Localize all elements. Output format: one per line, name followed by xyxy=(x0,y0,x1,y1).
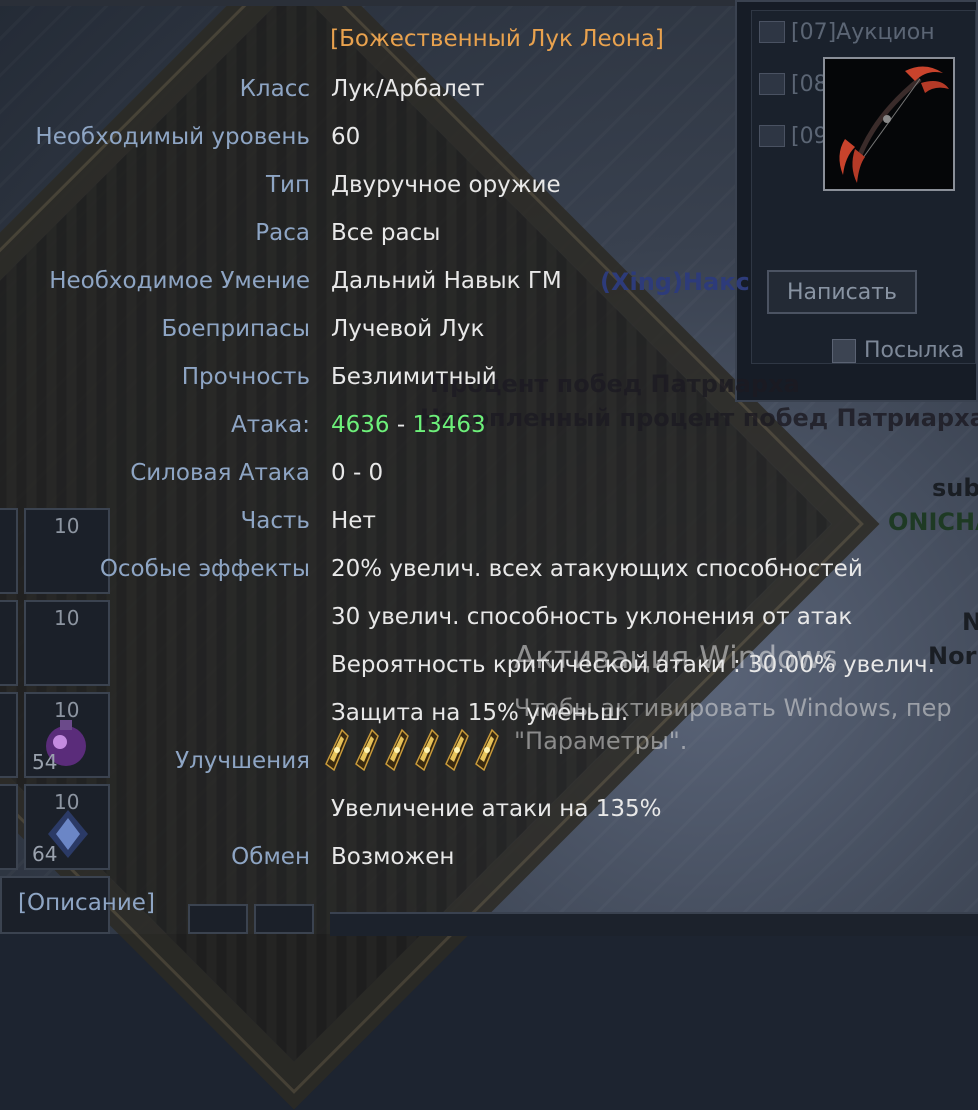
trade-row: Обмен Возможен xyxy=(0,844,978,874)
attack-min: 4636 xyxy=(331,412,390,438)
activation-watermark-line: Чтобы активировать Windows, пер xyxy=(514,694,952,722)
property-label: Необходимое Умение xyxy=(49,268,310,294)
attack-value: 4636 - 13463 xyxy=(331,412,486,438)
property-value: Лук/Арбалет xyxy=(331,76,485,102)
property-value: Двуручное оружие xyxy=(331,172,561,198)
part-row: Часть Нет xyxy=(0,508,978,538)
property-row: Боеприпасы Лучевой Лук xyxy=(0,316,978,346)
power-attack-value: 0 - 0 xyxy=(331,460,384,486)
activation-watermark-text: Чтобы активировать Windows, пер "Парамет… xyxy=(514,692,952,758)
attack-separator: - xyxy=(396,412,406,438)
property-label: Класс xyxy=(239,76,310,102)
power-attack-label: Силовая Атака xyxy=(130,460,310,486)
item-tooltip: [Божественный Лук Леона] Класс Лук/Арбал… xyxy=(0,0,978,934)
upgrade-gem-icon xyxy=(414,728,440,772)
upgrade-gems xyxy=(324,728,500,772)
upgrade-bonus-row: Увеличение атаки на 135% xyxy=(0,796,978,826)
description-link[interactable]: [Описание] xyxy=(18,890,155,916)
activation-watermark-line: "Параметры". xyxy=(514,727,688,755)
special-effects-row: Особые эффекты 20% увелич. всех атакующи… xyxy=(0,556,978,586)
activation-watermark-title: Активация Windows xyxy=(514,640,838,676)
upgrade-gem-icon xyxy=(474,728,500,772)
property-value: Лучевой Лук xyxy=(331,316,485,342)
property-value: Безлимитный xyxy=(331,364,497,390)
upgrades-label: Улучшения xyxy=(175,748,310,774)
trade-value: Возможен xyxy=(331,844,455,870)
attack-row: Атака: 4636 - 13463 xyxy=(0,412,978,442)
property-row: Тип Двуручное оружие xyxy=(0,172,978,202)
attack-label: Атака: xyxy=(231,412,310,438)
special-effect-line: 20% увелич. всех атакующих способностей xyxy=(331,556,863,582)
property-value: Все расы xyxy=(331,220,441,246)
property-label: Необходимый уровень xyxy=(35,124,310,150)
part-label: Часть xyxy=(240,508,310,534)
property-label: Боеприпасы xyxy=(161,316,310,342)
upgrade-gem-icon xyxy=(384,728,410,772)
item-title-text: [Божественный Лук Леона] xyxy=(330,26,664,52)
property-label: Раса xyxy=(255,220,310,246)
trade-label: Обмен xyxy=(231,844,310,870)
part-value: Нет xyxy=(331,508,376,534)
property-row: Раса Все расы xyxy=(0,220,978,250)
special-effects-row: 30 увелич. способность уклонения от атак xyxy=(0,604,978,634)
property-row: Класс Лук/Арбалет xyxy=(0,76,978,106)
special-effect-line: 30 увелич. способность уклонения от атак xyxy=(331,604,853,630)
property-row: Необходимое Умение Дальний Навык ГМ xyxy=(0,268,978,298)
property-label: Прочность xyxy=(181,364,310,390)
property-row: Прочность Безлимитный xyxy=(0,364,978,394)
property-label: Тип xyxy=(265,172,310,198)
upgrade-gem-icon xyxy=(354,728,380,772)
upgrade-gem-icon xyxy=(324,728,350,772)
item-title: [Божественный Лук Леона] xyxy=(0,26,978,52)
special-effects-label: Особые эффекты xyxy=(99,556,310,582)
property-row: Необходимый уровень 60 xyxy=(0,124,978,154)
attack-max: 13463 xyxy=(412,412,486,438)
property-value: 60 xyxy=(331,124,361,150)
power-attack-row: Силовая Атака 0 - 0 xyxy=(0,460,978,490)
property-value: Дальний Навык ГМ xyxy=(331,268,562,294)
upgrade-gem-icon xyxy=(444,728,470,772)
upgrade-bonus: Увеличение атаки на 135% xyxy=(331,796,662,822)
